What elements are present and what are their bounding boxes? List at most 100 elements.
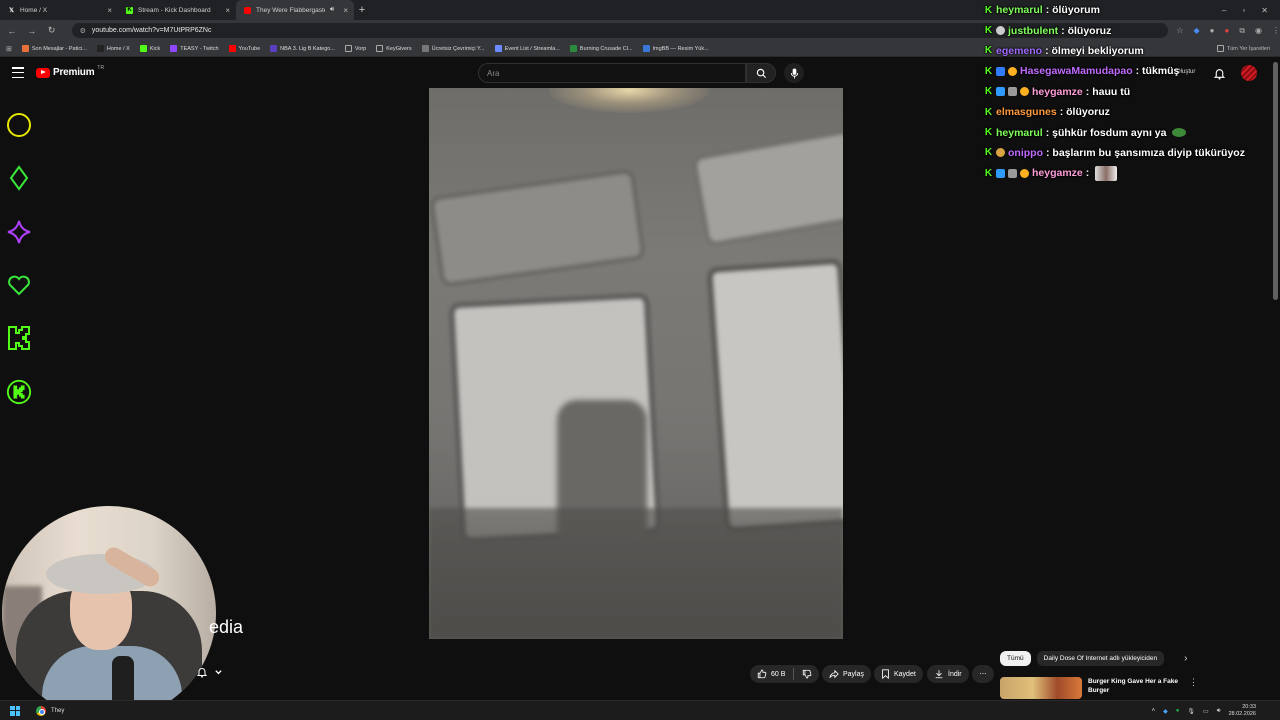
page-scrollbar[interactable] [1273, 62, 1278, 300]
like-button[interactable]: 60 B [750, 665, 820, 683]
subscription-notification-button[interactable] [196, 666, 223, 678]
chat-username: heymarul [996, 4, 1043, 17]
chat-username: justbulent [1008, 24, 1059, 37]
chat-message: K justbulent : ölüyoruz [984, 20, 1280, 40]
chevron-up-icon[interactable]: ˄ [1152, 708, 1156, 714]
back-icon[interactable]: ← [6, 26, 18, 36]
save-button[interactable]: Kaydet [874, 665, 923, 683]
windows-start-icon[interactable] [10, 705, 20, 716]
bookmark-item[interactable]: TEASY - Twitch [170, 45, 219, 52]
rocket-badge-icon [1008, 168, 1017, 178]
microphone-icon[interactable]: 🎙︎ [1187, 708, 1195, 715]
kick-icon: K [984, 65, 993, 77]
chat-message: K heymarul : şühkür fosdum aynı ya [984, 122, 1280, 142]
download-button[interactable]: İndir [927, 665, 969, 683]
tab-youtube[interactable]: They Were Flabbergasted 🔊︎ × [236, 0, 354, 20]
recommended-video[interactable]: Burger King Gave Her a Fake Burger ⋮ [1000, 677, 1198, 699]
close-icon[interactable]: × [343, 6, 348, 15]
bookmark-favicon-icon [170, 45, 178, 52]
recommended-video-title[interactable]: Burger King Gave Her a Fake Burger [1088, 677, 1183, 699]
x-icon: 𝕏 [9, 7, 14, 14]
tab-label: Stream - Kick Dashboard [138, 6, 211, 14]
bookmark-item[interactable]: Kick [139, 45, 160, 52]
search-button[interactable] [746, 63, 776, 83]
bookmark-item[interactable]: Burning Crusade Cl... [569, 45, 633, 52]
bookmark-favicon-icon [642, 45, 650, 52]
clock[interactable]: 20:33 28.02.2026 [1228, 704, 1256, 718]
taskbar-chrome-app[interactable]: They [36, 705, 64, 716]
webcam-overlay [2, 506, 216, 720]
kick-badge-icon [6, 379, 32, 405]
tray-app-icon[interactable]: ◆ [1163, 708, 1168, 715]
share-button[interactable]: Paylaş [822, 665, 872, 683]
speaker-icon[interactable]: 🔊︎ [330, 6, 334, 14]
youtube-play-icon [36, 67, 50, 78]
thumbs-up-icon [757, 669, 767, 679]
chat-text: : tükmüş [1135, 65, 1180, 78]
bookmark-item[interactable]: YouTube [228, 45, 260, 52]
screen: 𝕏 Home / X × K Stream - Kick Dashboard ×… [0, 0, 1280, 720]
bookmark-item[interactable]: Ücretsiz Çevrimiçi Y... [421, 45, 485, 52]
bookmark-item[interactable]: Event List / Streamla... [494, 45, 560, 52]
youtube-icon [244, 6, 251, 14]
forward-icon[interactable]: → [26, 26, 38, 36]
close-icon[interactable]: × [225, 6, 230, 15]
bookmark-item[interactable]: NBA 3. Lig B Katego... [270, 45, 335, 52]
bookmark-item[interactable]: Home / X [96, 45, 130, 52]
site-info-icon[interactable]: ⚙ [80, 27, 86, 35]
tab-kick[interactable]: K Stream - Kick Dashboard × [118, 0, 236, 20]
chat-text: : ölmeyi bekliyorum [1045, 44, 1144, 57]
bookmark-favicon-icon [569, 45, 577, 52]
video-frame-window [429, 169, 646, 287]
chat-text: : ölüyoruz [1061, 24, 1112, 37]
bookmark-favicon-icon [228, 45, 236, 52]
chat-text: : hauu tü [1085, 85, 1131, 98]
bookmark-item[interactable]: Son Mesajlar - Patici... [21, 45, 87, 52]
verified-badge-icon [996, 87, 1005, 97]
bookmark-folder[interactable]: Vorp [344, 45, 366, 52]
tray-app-icon[interactable]: ● [1176, 708, 1180, 714]
search-input[interactable]: Ara [478, 63, 746, 83]
youtube-logo[interactable]: Premium TR [36, 65, 104, 78]
close-icon[interactable]: × [107, 6, 112, 15]
chip-from-uploader[interactable]: Daily Dose Of Internet adlı yükleyiciden [1036, 651, 1165, 666]
system-tray: ˄ ◆ ● 🎙︎ ▭ 🔊︎ 20:33 28.02.2026 [1152, 701, 1256, 720]
chat-username: HasegawaMamudapao [1020, 65, 1133, 78]
network-icon[interactable]: ▭ [1203, 708, 1209, 715]
video-player[interactable] [429, 88, 843, 639]
apps-icon[interactable]: ⊞ [6, 45, 12, 53]
video-frame-floor [429, 508, 843, 639]
thumbs-down-icon[interactable] [802, 669, 812, 679]
kick-icon: K [126, 6, 133, 14]
voice-search-button[interactable] [784, 63, 804, 83]
tab-x[interactable]: 𝕏 Home / X × [0, 0, 118, 20]
partial-overlay-text: edia [209, 617, 244, 637]
hamburger-menu-icon[interactable] [12, 67, 24, 78]
download-icon [935, 670, 943, 679]
microphone-icon [790, 67, 798, 79]
new-tab-button[interactable]: + [354, 4, 370, 16]
bookmark-folder[interactable]: KeyGivers [376, 45, 412, 52]
subscriber-badge-icon [1020, 168, 1029, 178]
star-icon [6, 219, 32, 245]
kick-icon: K [984, 127, 993, 139]
tab-label: Home / X [20, 6, 48, 14]
rocket-badge-icon [1008, 87, 1017, 97]
subscriber-badge-icon [1008, 66, 1017, 76]
more-vert-icon[interactable]: ⋮ [1189, 677, 1198, 699]
folder-icon [376, 45, 384, 52]
chevron-right-icon[interactable]: › [1184, 653, 1187, 664]
emote-badge-icon [996, 26, 1005, 36]
video-thumbnail[interactable] [1000, 677, 1082, 699]
search-icon [756, 68, 766, 78]
bookmark-item[interactable]: ImgBB — Resim Yük... [642, 45, 709, 52]
more-actions-button[interactable]: ⋯ [972, 665, 994, 683]
chat-message: K heygamze : hauu tü [984, 82, 1280, 102]
chat-username: heygamze [1032, 167, 1083, 180]
share-icon [829, 669, 839, 679]
chat-text: : ölüyoruz [1059, 106, 1110, 119]
volume-icon[interactable]: 🔊︎ [1217, 708, 1221, 715]
reload-icon[interactable]: ↻ [46, 25, 58, 36]
chip-all[interactable]: Tümü [1000, 651, 1031, 666]
video-light-glow [549, 88, 709, 113]
